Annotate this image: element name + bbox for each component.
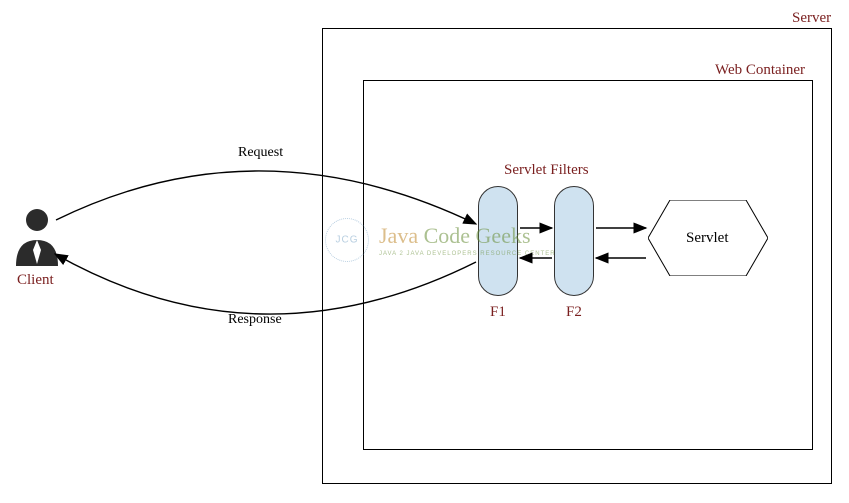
web-container-label: Web Container <box>715 62 805 79</box>
server-label: Server <box>792 10 831 27</box>
servlet-filters-label: Servlet Filters <box>504 162 589 179</box>
filter-f2-label: F2 <box>566 304 582 321</box>
request-label: Request <box>238 145 283 161</box>
client-icon <box>12 206 62 268</box>
servlet-label: Servlet <box>686 230 729 247</box>
client-label: Client <box>17 272 54 289</box>
filter-f1-label: F1 <box>490 304 506 321</box>
response-label: Response <box>228 312 282 328</box>
filter-f1-shape <box>478 186 518 296</box>
filter-f2-shape <box>554 186 594 296</box>
